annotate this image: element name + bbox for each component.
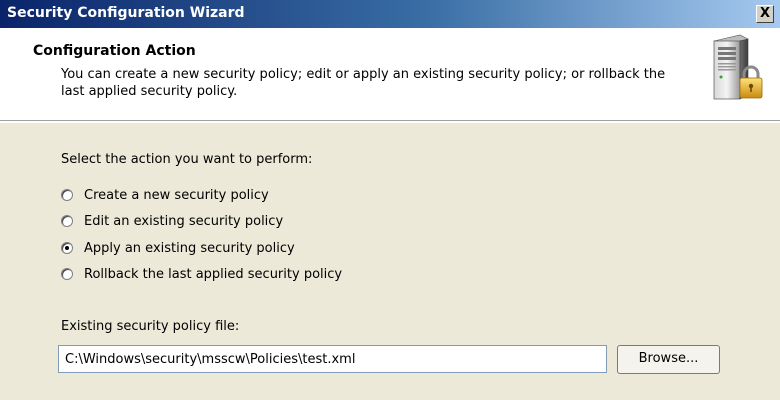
option-create-policy[interactable]: Create a new security policy [61,186,269,204]
server-lock-icon [713,34,763,100]
option-edit-policy[interactable]: Edit an existing security policy [61,212,283,230]
page-title: Configuration Action [33,43,196,59]
policy-file-input[interactable] [58,345,607,373]
action-prompt: Select the action you want to perform: [61,152,313,167]
title-bar[interactable]: Security Configuration Wizard X [0,0,780,28]
browse-button[interactable]: Browse... [617,345,720,374]
close-button[interactable]: X [756,5,774,23]
radio-button[interactable] [61,215,73,227]
wizard-window: Security Configuration Wizard X Configur… [0,0,780,400]
page-description: You can create a new security policy; ed… [61,67,666,99]
wizard-body: Select the action you want to perform: C… [0,123,780,400]
option-label: Apply an existing security policy [84,240,295,256]
option-apply-policy[interactable]: Apply an existing security policy [61,239,295,257]
window-title: Security Configuration Wizard [7,5,245,21]
close-icon: X [759,6,771,21]
radio-button[interactable] [61,189,73,201]
radio-button[interactable] [61,268,73,280]
option-label: Create a new security policy [84,187,269,203]
radio-button-selected[interactable] [61,242,73,254]
policy-file-label: Existing security policy file: [61,319,240,334]
option-rollback-policy[interactable]: Rollback the last applied security polic… [61,265,342,283]
option-label: Rollback the last applied security polic… [84,266,343,282]
wizard-header: Configuration Action You can create a ne… [0,28,780,121]
option-label: Edit an existing security policy [84,213,284,229]
